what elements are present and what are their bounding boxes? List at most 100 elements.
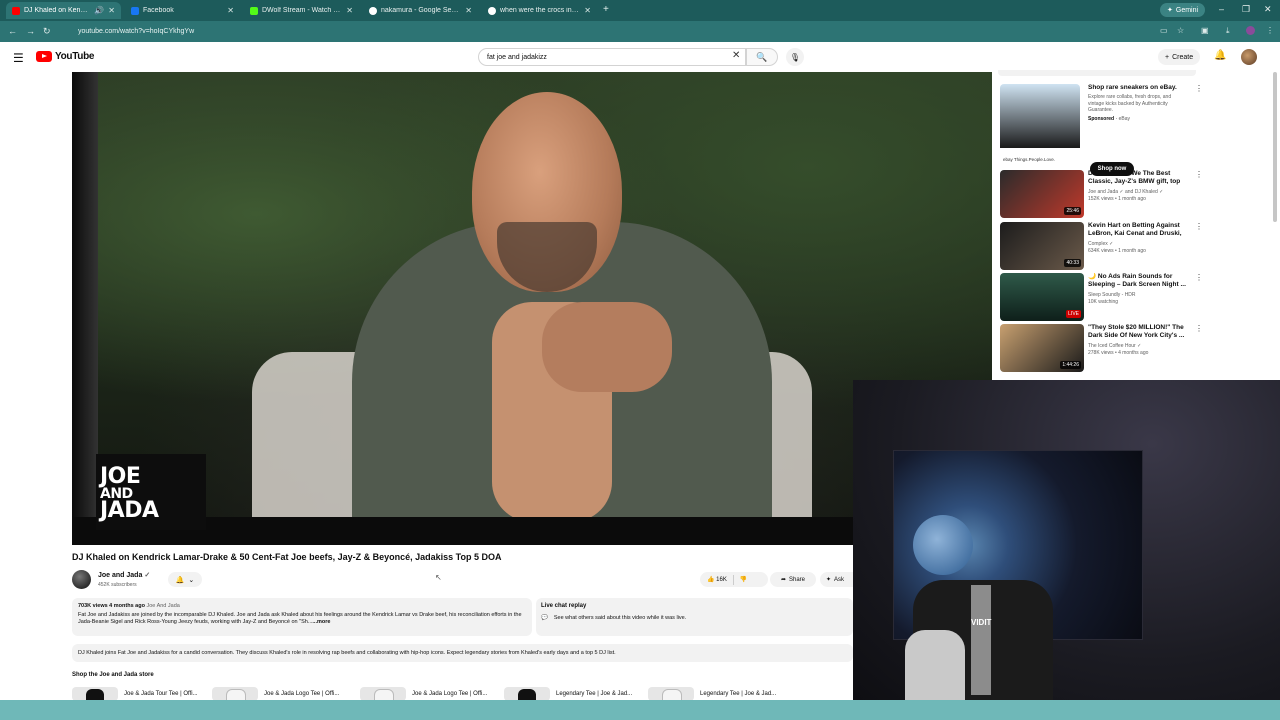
more-options-icon[interactable]: ⋮ (1195, 324, 1203, 333)
live-chat-replay-box[interactable]: Live chat replay 💬 See what others said … (536, 598, 853, 636)
page-scrollbar[interactable] (1273, 72, 1277, 222)
video-duration: 25:46 (1064, 207, 1081, 215)
browser-tab-kick[interactable]: DWolf Stream - Watch Live on ✕ (244, 2, 359, 19)
browser-tab-facebook[interactable]: Facebook ✕ (125, 2, 240, 19)
facebook-favicon-icon (131, 6, 139, 15)
browser-tab-google-crocs[interactable]: when were the crocs invented ✕ (482, 2, 597, 19)
side-panel-icon[interactable]: ▣ (1201, 26, 1209, 35)
mouse-cursor-icon: ↖ (435, 573, 442, 582)
chair-logo-text: VIDIT (971, 618, 992, 627)
advertiser-name: eBay (1118, 115, 1130, 122)
channel-name[interactable]: Joe and Jada ✓ (98, 571, 150, 579)
dislike-button[interactable]: 👎 (740, 576, 747, 583)
gemini-icon: ✦ (1167, 7, 1173, 14)
browser-toolbar: ← → ↻ youtube.com/watch?v=hoIqCYkhgYw ▭ … (0, 21, 1280, 42)
youtube-logo[interactable]: YouTube (36, 51, 95, 62)
like-count: 16K (716, 577, 727, 583)
forward-icon[interactable]: → (26, 26, 35, 36)
recommended-video[interactable]: 1:44:26 "They Stole $20 MILLION!" The Da… (1000, 324, 1203, 372)
store-product[interactable]: Legendary Tee | Joe & Jad... (504, 687, 632, 701)
video-thumbnail: LIVE (1000, 273, 1084, 321)
store-product[interactable]: Joe & Jada Logo Tee | Offi... (360, 687, 487, 701)
ad-thumb-caption: ebay Things.People.Love. (1003, 157, 1055, 162)
description-channel-link[interactable]: Joe And Jada (146, 603, 179, 609)
product-thumbnail (648, 687, 694, 701)
search-icon: 🔍 (756, 51, 768, 62)
store-product[interactable]: Joe & Jada Logo Tee | Offi... (212, 687, 339, 701)
search-input-value: fat joe and jadakizz (487, 53, 547, 61)
restore-icon[interactable]: ❐ (1242, 4, 1250, 15)
more-options-icon[interactable]: ⋮ (1195, 170, 1203, 179)
speaker-icon[interactable]: 🔊 (94, 6, 104, 15)
video-edge-texture (72, 72, 98, 545)
search-input[interactable]: fat joe and jadakizz (478, 48, 746, 66)
channel-avatar[interactable] (72, 570, 91, 589)
video-title: Kevin Hart on Betting Against LeBron, Ka… (1088, 222, 1182, 237)
minimize-icon[interactable]: – (1219, 4, 1224, 14)
clear-search-icon[interactable]: ✕ (732, 50, 740, 61)
browser-menu-icon[interactable]: ⋮ (1266, 26, 1274, 35)
ai-summary: DJ Khaled joins Fat Joe and Jadakiss for… (72, 644, 853, 662)
description-box[interactable]: 703K views 4 months ago Joe And Jada Fat… (72, 598, 532, 636)
close-tab-icon[interactable]: ✕ (227, 6, 234, 15)
youtube-favicon-icon (12, 6, 20, 15)
product-thumbnail (212, 687, 258, 701)
close-tab-icon[interactable]: ✕ (108, 6, 115, 15)
plus-icon: + (1165, 53, 1170, 61)
create-label: Create (1172, 53, 1194, 61)
browser-tab-google-nakamura[interactable]: nakamura - Google Search ✕ (363, 2, 478, 19)
product-thumbnail (72, 687, 118, 701)
close-tab-icon[interactable]: ✕ (584, 6, 591, 15)
new-tab-icon[interactable]: + (603, 4, 609, 15)
download-icon[interactable]: ⤓ (1226, 26, 1230, 36)
video-views: 634K views • 1 month ago (1088, 248, 1146, 254)
chair-stripe (971, 585, 991, 695)
tab-title: nakamura - Google Search (381, 7, 462, 14)
gemini-button[interactable]: ✦ Gemini (1160, 3, 1206, 17)
profile-avatar[interactable] (1246, 26, 1255, 35)
account-avatar[interactable] (1241, 49, 1257, 65)
store-product[interactable]: Legendary Tee | Joe & Jad... (648, 687, 776, 701)
subscriber-count: 452K subscribers (98, 582, 137, 588)
address-bar[interactable]: youtube.com/watch?v=hoIqCYkhgYw (62, 25, 1152, 38)
video-info: 🌙 No Ads Rain Sounds for Sleeping – Dark… (1088, 273, 1186, 305)
description-more-link[interactable]: ...more (312, 619, 330, 625)
video-thumbnail: 1:44:26 (1000, 324, 1084, 372)
kick-favicon-icon (250, 6, 258, 15)
sponsored-ad[interactable]: ebay Things.People.Love. Shop rare sneak… (1000, 84, 1203, 180)
more-options-icon[interactable]: ⋮ (1195, 222, 1203, 231)
recommended-video[interactable]: 40:33 Kevin Hart on Betting Against LeBr… (1000, 222, 1203, 270)
share-button[interactable]: ➦ Share (770, 572, 816, 587)
search-button[interactable]: 🔍 (746, 48, 778, 66)
video-thumbnail: 40:33 (1000, 222, 1084, 270)
bookmark-star-icon[interactable]: ☆ (1177, 26, 1184, 35)
thumbs-up-icon: 👍 (707, 577, 715, 583)
subscription-bell-button[interactable]: 🔔 ⌄ (168, 572, 202, 587)
video-title: "They Stole $20 MILLION!" The Dark Side … (1088, 324, 1185, 339)
gemini-label: Gemini (1175, 6, 1199, 14)
browser-tab-active[interactable]: DJ Khaled on Kendrick Lamar 🔊 ✕ (6, 2, 121, 19)
channel-name-text: Joe and Jada (98, 572, 143, 579)
create-button[interactable]: + Create (1158, 49, 1201, 65)
google-favicon-icon (369, 6, 377, 15)
close-tab-icon[interactable]: ✕ (465, 6, 472, 15)
like-button[interactable]: 👍 16K (707, 576, 727, 583)
more-options-icon[interactable]: ⋮ (1195, 273, 1203, 282)
notifications-bell-icon[interactable]: 🔔 (1214, 50, 1226, 61)
recommended-video[interactable]: LIVE 🌙 No Ads Rain Sounds for Sleeping –… (1000, 273, 1203, 321)
taskbar-strip (0, 700, 1280, 720)
more-options-icon[interactable]: ⋮ (1195, 84, 1203, 93)
recommended-video[interactable]: 25:46 DJ Khaled on We The Best Classic, … (1000, 170, 1203, 218)
voice-search-button[interactable]: 🎙 (786, 48, 804, 66)
back-icon[interactable]: ← (8, 26, 17, 36)
reload-icon[interactable]: ↻ (43, 26, 51, 37)
close-tab-icon[interactable]: ✕ (346, 6, 353, 15)
store-product[interactable]: Joe & Jada Tour Tee | Offi... (72, 687, 198, 701)
close-window-icon[interactable]: ✕ (1264, 4, 1272, 15)
tapestry-planet (913, 515, 973, 575)
hamburger-menu-icon[interactable]: ☰ (13, 51, 24, 65)
install-app-icon[interactable]: ▭ (1160, 26, 1168, 35)
store-section-title: Shop the Joe and Jada store (72, 672, 154, 678)
google-favicon-icon (488, 6, 496, 15)
youtube-logo-text: YouTube (55, 51, 95, 62)
